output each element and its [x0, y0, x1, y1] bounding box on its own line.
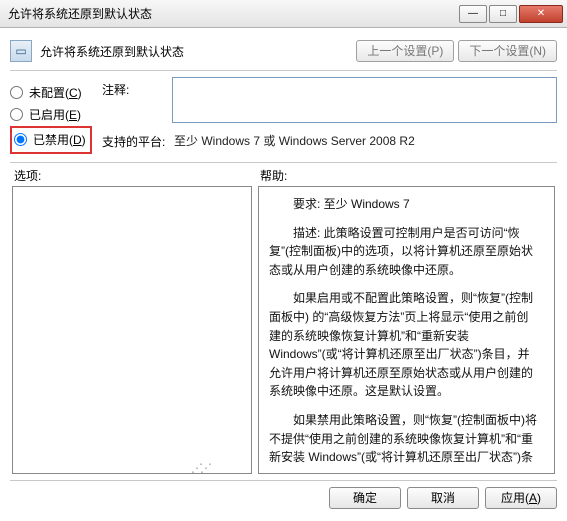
minimize-button[interactable]: — [459, 5, 487, 23]
dialog-content: ▭ 允许将系统还原到默认状态 上一个设置(P) 下一个设置(N) 未配置(C) … [0, 28, 567, 481]
policy-icon: ▭ [10, 40, 32, 62]
options-label: 选项: [14, 167, 260, 184]
divider [10, 480, 557, 481]
help-description: 描述: 此策略设置可控制用户是否可访问“恢复”(控制面板)中的选项，以将计算机还… [269, 224, 540, 280]
radio-enabled-input[interactable] [10, 108, 23, 121]
window-controls: — □ ✕ [457, 5, 563, 23]
ok-label: 确定 [353, 491, 377, 505]
options-pane: ⋰⋰ [12, 186, 252, 474]
comment-row: 注释: [102, 77, 557, 123]
help-label: 帮助: [260, 167, 506, 184]
header-row: ▭ 允许将系统还原到默认状态 上一个设置(P) 下一个设置(N) [10, 34, 557, 68]
nav-buttons: 上一个设置(P) 下一个设置(N) [356, 40, 557, 62]
radio-not-configured-input[interactable] [10, 86, 23, 99]
maximize-button[interactable]: □ [489, 5, 517, 23]
apply-button[interactable]: 应用(A) [485, 487, 557, 509]
resize-grip-icon: ⋰⋰ [191, 461, 211, 473]
apply-label: 应用(A) [501, 491, 541, 505]
config-area: 未配置(C) 已启用(E) 已禁用(D) 注释: 支持的平台: 至少 Windo… [10, 77, 557, 158]
window-title: 允许将系统还原到默认状态 [8, 5, 457, 22]
radio-disabled[interactable]: 已禁用(D) [14, 128, 86, 150]
comment-input[interactable] [172, 77, 557, 123]
close-button[interactable]: ✕ [519, 5, 563, 23]
divider [10, 70, 557, 71]
comment-label: 注释: [102, 77, 172, 98]
cancel-label: 取消 [431, 491, 455, 505]
ok-button[interactable]: 确定 [329, 487, 401, 509]
help-scroll[interactable]: 要求: 至少 Windows 7 描述: 此策略设置可控制用户是否可访问“恢复”… [269, 195, 544, 465]
panes: ⋰⋰ 要求: 至少 Windows 7 描述: 此策略设置可控制用户是否可访问“… [10, 186, 557, 474]
page-title: 允许将系统还原到默认状态 [40, 43, 348, 60]
platform-row: 支持的平台: 至少 Windows 7 或 Windows Server 200… [102, 129, 557, 152]
state-radios: 未配置(C) 已启用(E) 已禁用(D) [10, 77, 102, 158]
highlight-box: 已禁用(D) [10, 126, 92, 154]
title-bar: 允许将系统还原到默认状态 — □ ✕ [0, 0, 567, 28]
radio-enabled-label: 已启用(E) [29, 106, 81, 123]
right-column: 注释: 支持的平台: 至少 Windows 7 或 Windows Server… [102, 77, 557, 158]
prev-setting-label: 上一个设置(P) [367, 44, 443, 58]
pane-labels: 选项: 帮助: [14, 167, 557, 184]
platform-label: 支持的平台: [102, 129, 172, 150]
radio-disabled-input[interactable] [14, 133, 27, 146]
radio-not-configured[interactable]: 未配置(C) [10, 81, 102, 103]
platform-value: 至少 Windows 7 或 Windows Server 2008 R2 [172, 129, 557, 152]
help-enabled-text: 如果启用或不配置此策略设置，则“恢复”(控制面板中) 的“高级恢复方法”页上将显… [269, 289, 540, 401]
prev-setting-button[interactable]: 上一个设置(P) [356, 40, 454, 62]
radio-not-configured-label: 未配置(C) [29, 84, 82, 101]
help-requirement: 要求: 至少 Windows 7 [269, 195, 540, 214]
next-setting-label: 下一个设置(N) [469, 44, 546, 58]
footer: 确定 取消 应用(A) [0, 487, 567, 517]
next-setting-button[interactable]: 下一个设置(N) [458, 40, 557, 62]
help-disabled-text: 如果禁用此策略设置，则“恢复”(控制面板中)将不提供“使用之前创建的系统映像恢复… [269, 411, 540, 465]
cancel-button[interactable]: 取消 [407, 487, 479, 509]
radio-disabled-label: 已禁用(D) [33, 131, 86, 148]
divider [10, 162, 557, 163]
radio-enabled[interactable]: 已启用(E) [10, 103, 102, 125]
help-pane: 要求: 至少 Windows 7 描述: 此策略设置可控制用户是否可访问“恢复”… [258, 186, 555, 474]
